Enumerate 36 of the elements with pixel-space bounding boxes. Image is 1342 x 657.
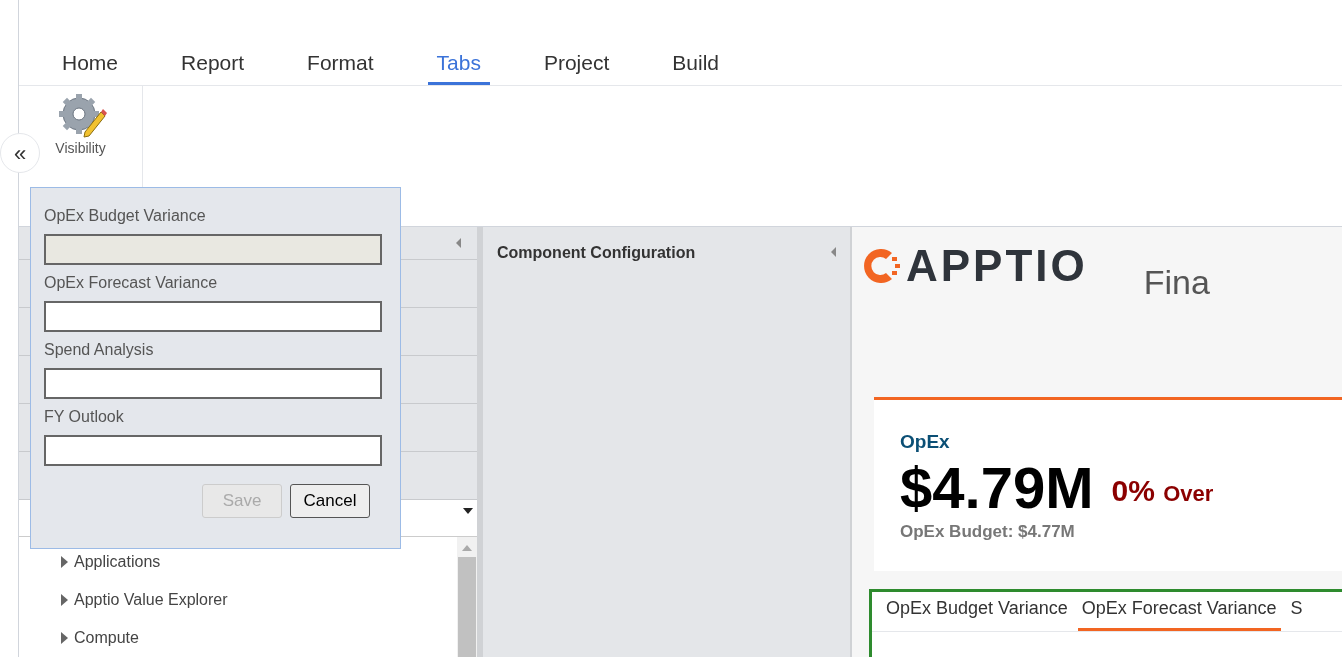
field-label: Spend Analysis [44,340,155,360]
menu-tab[interactable]: Project [534,46,619,85]
kpi-variance: 0% Over [1111,472,1214,509]
expand-arrow-icon[interactable] [61,556,68,568]
field-label: OpEx Budget Variance [44,206,207,226]
kpi-value: $4.79M [900,456,1094,519]
input-field[interactable] [44,368,382,399]
tree-item[interactable]: Applications [19,543,457,581]
scrollbar[interactable] [457,537,477,657]
tree-item[interactable]: Compute [19,619,457,657]
input-field[interactable] [44,435,382,466]
visibility-button[interactable]: Visibility [54,92,107,159]
kpi-label: OpEx [900,430,951,454]
dashboard-tab[interactable]: OpEx Forecast Variance [1077,595,1281,631]
field-label: OpEx Forecast Variance [44,273,219,293]
collapse-arrow-icon[interactable] [456,237,461,248]
kpi-budget: OpEx Budget: $4.77M [900,520,1076,543]
dashboard-tab[interactable]: OpEx Budget Variance [882,595,1072,631]
input-field[interactable] [44,301,382,332]
dialog-button[interactable]: Cancel [290,484,370,518]
expand-arrow-icon[interactable] [61,594,68,606]
report-title: Fina [1143,262,1210,303]
menu-tab[interactable]: Report [172,46,254,85]
expand-arrow-icon[interactable] [61,632,68,644]
menu-tab[interactable]: Home [53,46,128,85]
tree-item[interactable]: Apptio Value Explorer [19,581,457,619]
menu-tab[interactable]: Build [663,46,728,85]
logo-text: APPTIO [906,244,1088,288]
dashboard-tab[interactable]: S [1286,595,1307,631]
collapse-button[interactable]: « [0,133,40,173]
collapse-arrow-icon[interactable] [831,247,836,257]
pane-title: Component Configuration [497,243,696,263]
field-label: FY Outlook [44,407,125,427]
menu-tab[interactable]: Tabs [427,46,490,85]
dropdown-arrow-icon[interactable] [463,507,473,514]
menu-tab[interactable]: Format [298,46,383,85]
